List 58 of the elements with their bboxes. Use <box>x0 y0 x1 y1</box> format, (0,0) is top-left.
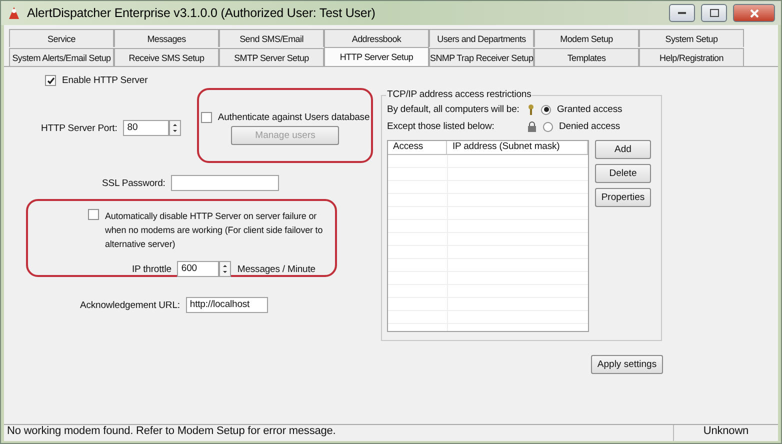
spinner-arrows[interactable] <box>219 261 232 277</box>
action-button[interactable]: Delete <box>595 164 651 183</box>
action-button[interactable]: Add <box>595 140 651 159</box>
minimize-icon <box>678 12 686 14</box>
tab[interactable]: Messages <box>114 29 219 47</box>
field-label: Acknowledgement URL: <box>80 300 180 310</box>
tab[interactable]: HTTP Server Setup <box>324 47 429 66</box>
tab[interactable]: Service <box>9 29 114 47</box>
port-field[interactable]: 80 <box>123 120 170 136</box>
window-title: AlertDispatcher Enterprise v3.1.0.0 (Authorized User: Test User) <box>27 6 376 20</box>
field-label: IP throttle <box>132 264 172 274</box>
field-label: SSL Password: <box>102 178 166 188</box>
minimize-button[interactable] <box>669 4 695 22</box>
radio-button[interactable] <box>541 104 551 114</box>
close-icon <box>750 8 758 18</box>
option-label: Except those listed below: <box>387 121 496 132</box>
tab[interactable]: Users and Departments <box>429 29 534 47</box>
padlock-icon <box>527 121 537 132</box>
radio-button[interactable] <box>543 122 553 132</box>
checkmark-icon <box>46 76 54 84</box>
checkbox-label: Enable HTTP Server <box>62 75 148 86</box>
checkbox-label: Authenticate against Users database <box>218 112 370 123</box>
radio-label: Granted access <box>557 104 622 115</box>
maximize-icon <box>710 9 718 17</box>
acknowledgement-url-field[interactable]: http://localhost <box>186 297 268 313</box>
checkbox-label: Automatically disable HTTP Server on server failure or when no modems are working (For client side failover to alternative server) <box>105 210 324 251</box>
status-message: No working modem found. Refer to Modem Setup for error message. <box>4 425 674 441</box>
checkbox[interactable] <box>88 209 99 220</box>
tab[interactable]: SMTP Server Setup <box>219 48 324 66</box>
group-title: TCP/IP address access restrictions <box>386 89 532 100</box>
option-label: By default, all computers will be: <box>387 104 520 115</box>
tab[interactable]: Templates <box>534 48 639 66</box>
checkbox[interactable] <box>45 75 56 86</box>
tab[interactable]: SNMP Trap Receiver Setup <box>429 48 534 66</box>
column-header[interactable]: Access <box>388 141 448 154</box>
tab[interactable]: System Setup <box>639 29 744 47</box>
status-state: Unknown <box>702 425 750 439</box>
radio-label: Denied access <box>559 121 620 132</box>
ip-throttle-field[interactable]: 600 <box>177 261 220 277</box>
tab[interactable]: Send SMS/Email <box>219 29 324 47</box>
unit-label: Messages / Minute <box>237 264 316 274</box>
radio-dot-icon <box>544 107 548 112</box>
key-icon <box>527 104 535 115</box>
close-button[interactable] <box>733 4 775 22</box>
ssl-password-field[interactable] <box>171 175 280 191</box>
tab[interactable]: Help/Registration <box>639 48 744 66</box>
action-button[interactable]: Properties <box>595 188 651 207</box>
spinner-arrows[interactable] <box>169 120 182 136</box>
app-logo-icon <box>7 5 21 21</box>
column-header[interactable]: IP address (Subnet mask) <box>447 141 588 154</box>
tab[interactable]: Addressbook <box>324 29 429 47</box>
maximize-button[interactable] <box>701 4 727 22</box>
tab[interactable]: Modem Setup <box>534 29 639 47</box>
field-label: HTTP Server Port: <box>41 122 118 134</box>
apply-settings-button[interactable]: Apply settings <box>591 355 663 374</box>
checkbox[interactable] <box>200 112 212 123</box>
tab[interactable]: Receive SMS Setup <box>114 48 219 66</box>
tab[interactable]: System Alerts/Email Setup <box>9 48 114 66</box>
